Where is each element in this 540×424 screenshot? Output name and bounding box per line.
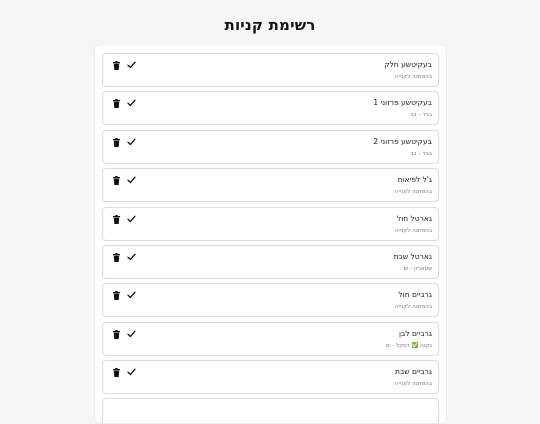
item-name: גארטל שבת [393, 252, 432, 261]
item-actions [112, 98, 136, 108]
item-actions [112, 137, 136, 147]
list-item: גרביים לבן נקנה ✅ דסקל - ים [102, 322, 439, 356]
item-status: בהמתנה לקנייה [395, 189, 432, 195]
check-icon[interactable] [127, 290, 136, 300]
check-icon[interactable] [127, 367, 136, 377]
list-item: ג'ל לפיאות בהמתנה לקנייה [102, 168, 439, 202]
item-status: נקנה ✅ דסקל - ים [385, 343, 432, 349]
trash-icon[interactable] [112, 329, 121, 339]
item-status: בהמתנה לקנייה [395, 381, 432, 387]
trash-icon[interactable] [112, 98, 121, 108]
item-actions [112, 214, 136, 224]
list-item: גרביים חול בהמתנה לקנייה [102, 283, 439, 317]
item-name: בעקיטשע פרזוני 1 [373, 98, 432, 107]
trash-icon[interactable] [112, 175, 121, 185]
trash-icon[interactable] [112, 252, 121, 262]
list-item: גארטל חול בהמתנה לקנייה [102, 207, 439, 241]
item-status: בהמתנה לקנייה [395, 228, 432, 234]
check-icon[interactable] [127, 60, 136, 70]
item-actions [112, 175, 136, 185]
item-status: בגיר - בב [410, 112, 432, 118]
item-status: בהמתנה לקנייה [395, 74, 432, 80]
list-item: גרביים שבת בהמתנה לקנייה [102, 360, 439, 394]
list-item: בעקיטשע חלק בהמתנה לקנייה [102, 53, 439, 87]
check-icon[interactable] [127, 329, 136, 339]
item-actions [112, 290, 136, 300]
list-item: בעקיטשע פרזוני 1 בגיר - בב [102, 91, 439, 125]
check-icon[interactable] [127, 252, 136, 262]
item-status: שטארק - ים [403, 266, 432, 272]
list-item: בעקיטשע פרזוני 2 בגיר - בב [102, 130, 439, 164]
page-title: רשימת קניות [224, 16, 316, 34]
item-name: גרביים לבן [398, 329, 432, 338]
item-actions [112, 367, 136, 377]
trash-icon[interactable] [112, 290, 121, 300]
trash-icon[interactable] [112, 214, 121, 224]
item-name: בעקיטשע חלק [384, 60, 432, 69]
trash-icon[interactable] [112, 60, 121, 70]
item-name: גרביים שבת [395, 367, 432, 376]
check-icon[interactable] [127, 137, 136, 147]
item-status: בהמתנה לקנייה [395, 304, 432, 310]
item-status: בגיר - בב [410, 151, 432, 157]
item-name: בעקיטשע פרזוני 2 [373, 137, 432, 146]
item-actions [112, 60, 136, 70]
list-item [102, 398, 439, 423]
check-icon[interactable] [127, 175, 136, 185]
item-actions [112, 329, 136, 339]
list-item: גארטל שבת שטארק - ים [102, 245, 439, 279]
item-name: גרביים חול [398, 290, 432, 299]
trash-icon[interactable] [112, 137, 121, 147]
shopping-list: בעקיטשע חלק בהמתנה לקנייה בעקיטשע פרזוני… [94, 44, 447, 424]
item-actions [112, 252, 136, 262]
item-name: ג'ל לפיאות [397, 175, 432, 184]
check-icon[interactable] [127, 98, 136, 108]
check-icon[interactable] [127, 214, 136, 224]
item-name: גארטל חול [396, 214, 432, 223]
trash-icon[interactable] [112, 367, 121, 377]
